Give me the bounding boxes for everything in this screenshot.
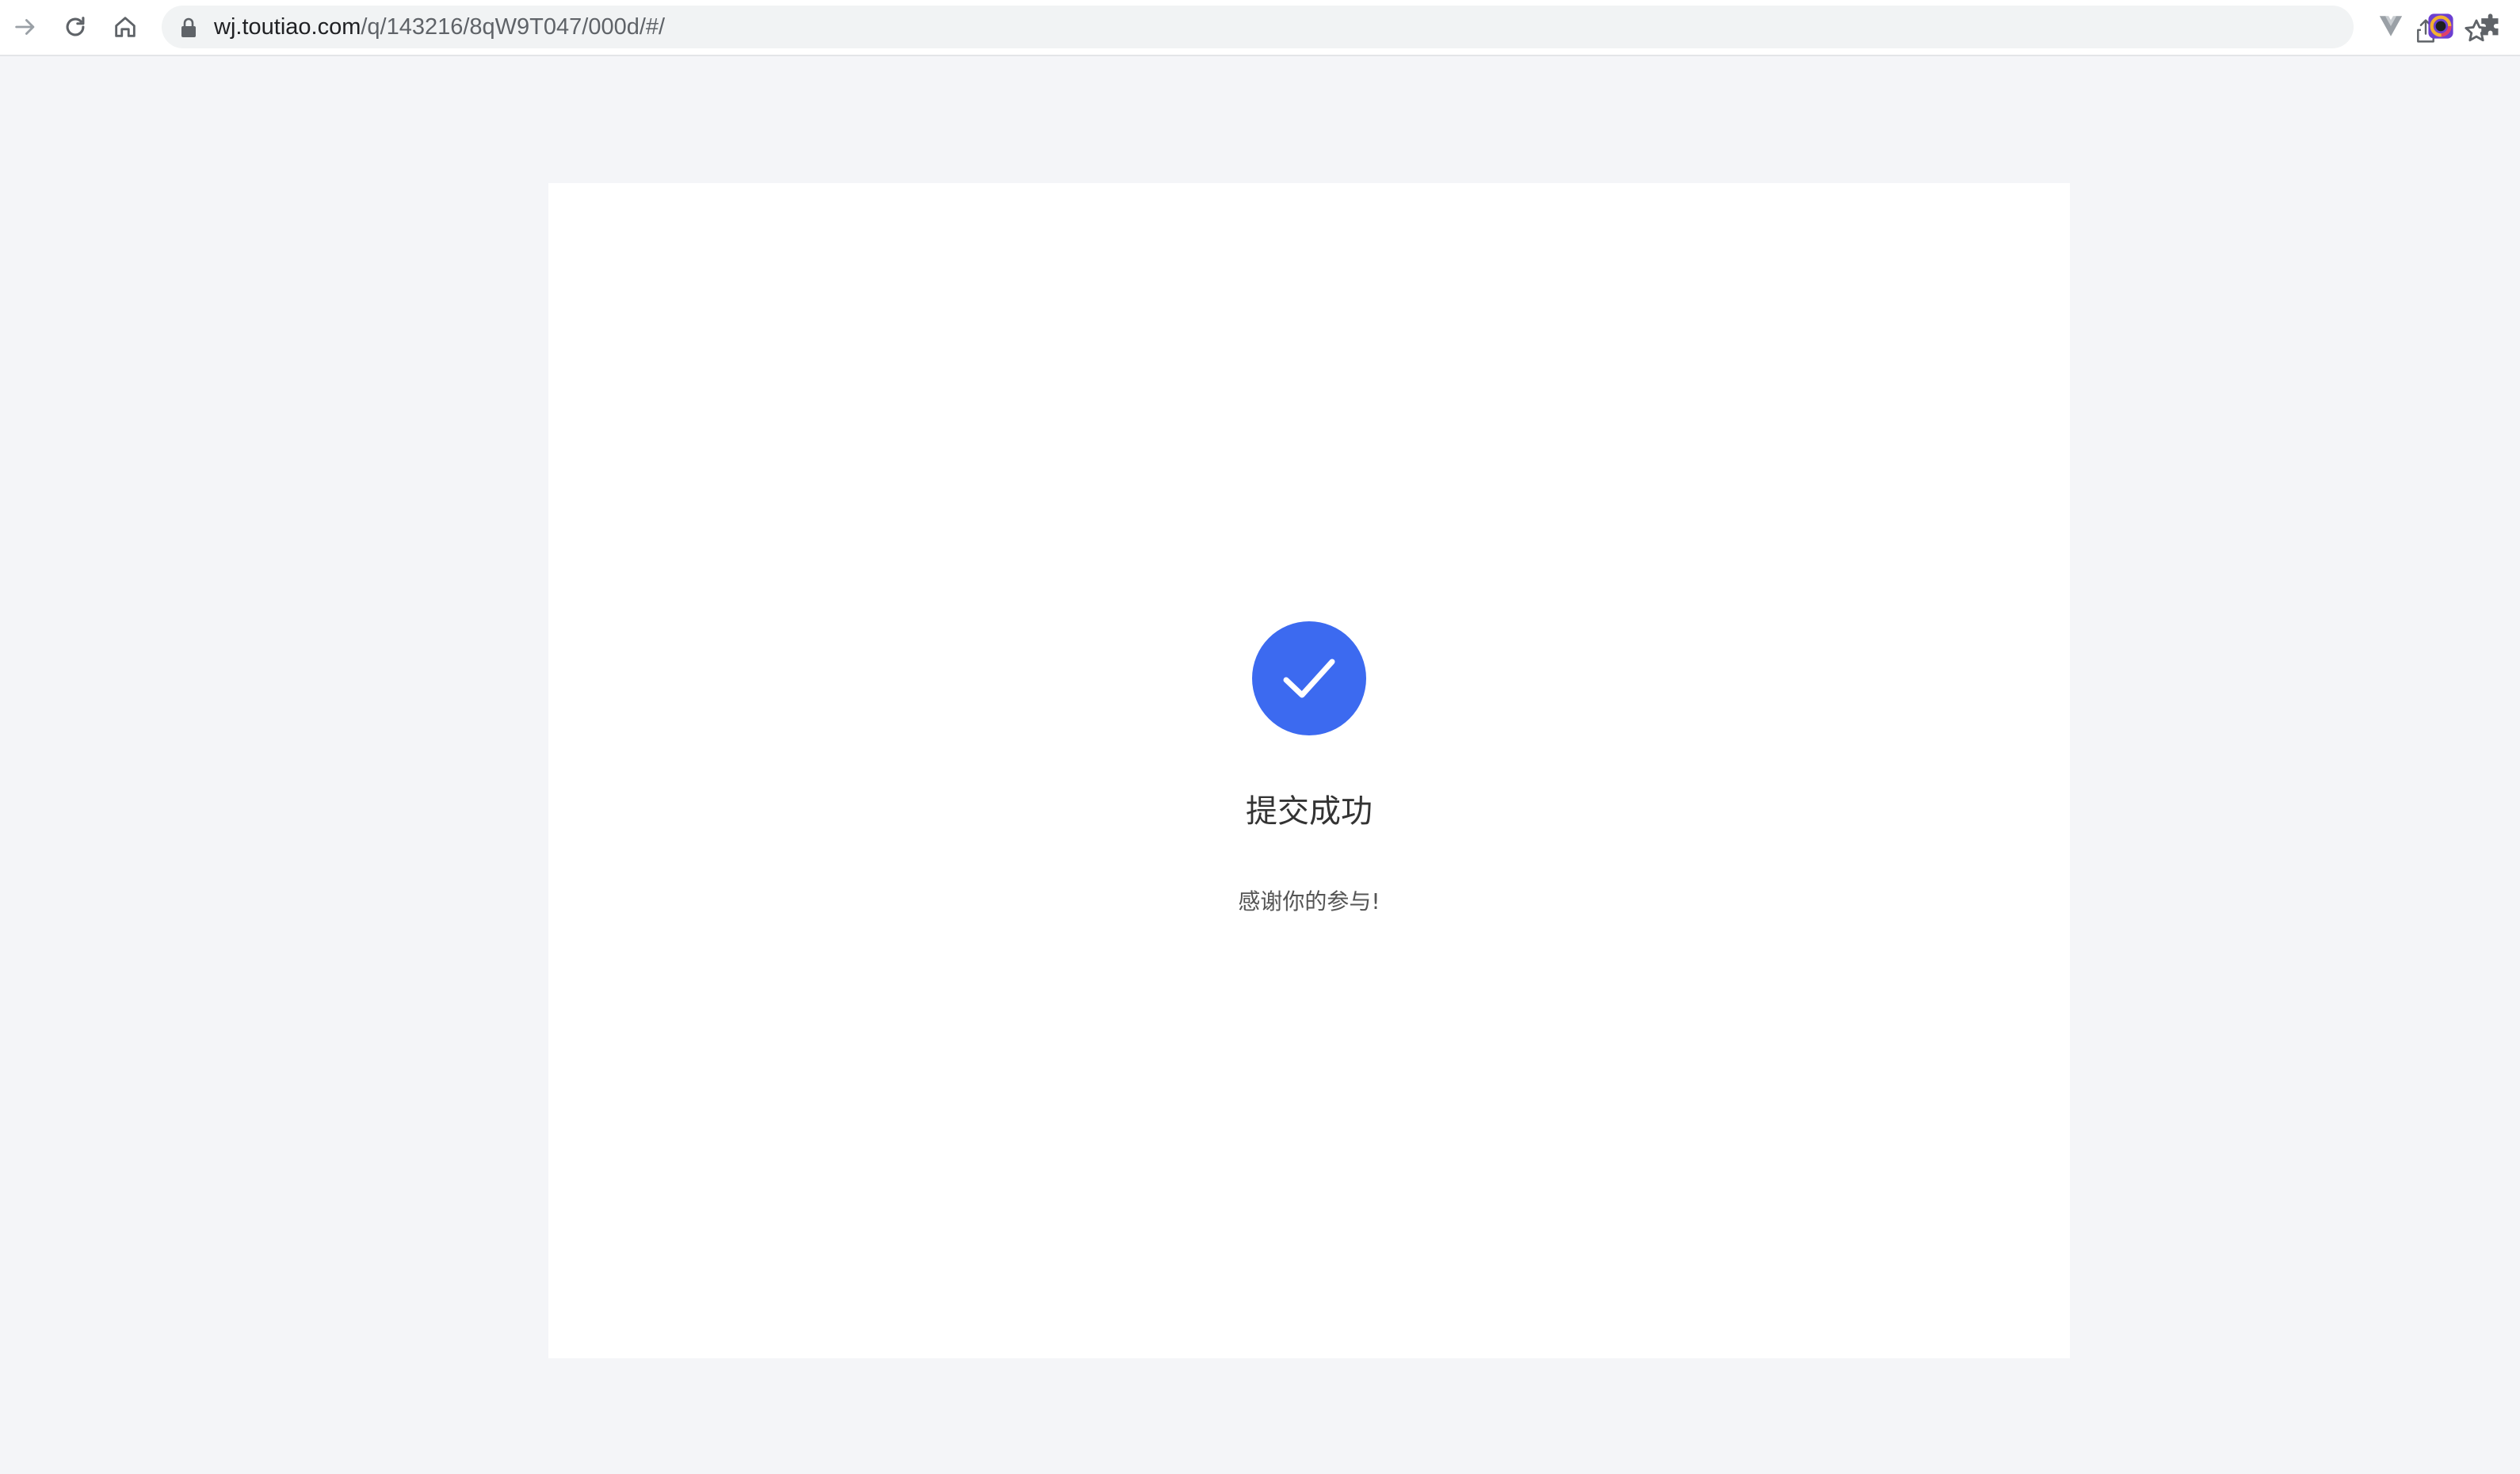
home-button[interactable]: [106, 8, 144, 46]
browser-toolbar: wj.toutiao.com/q/143216/8qW9T047/000d/#/: [0, 0, 2520, 56]
puzzle-icon[interactable]: [2478, 13, 2505, 40]
success-message: 感谢你的参与!: [1238, 888, 1380, 915]
reload-button[interactable]: [56, 8, 94, 46]
address-bar[interactable]: wj.toutiao.com/q/143216/8qW9T047/000d/#/: [162, 6, 2488, 48]
home-icon: [115, 17, 136, 37]
reload-icon: [66, 17, 85, 36]
check-circle-icon: [1252, 621, 1366, 735]
url-text[interactable]: wj.toutiao.com/q/143216/8qW9T047/000d/#/: [214, 6, 665, 48]
arrow-right-icon: [15, 19, 35, 35]
vue-devtools-icon[interactable]: [2377, 13, 2404, 40]
url-path: /q/143216/8qW9T047/000d/#/: [361, 14, 666, 40]
color-picker-icon[interactable]: [2427, 13, 2454, 40]
url-host: wj.toutiao.com: [214, 14, 361, 40]
checkmark-icon: [1283, 659, 1335, 698]
lock-icon[interactable]: [179, 17, 198, 38]
success-card: 提交成功 感谢你的参与!: [548, 183, 2070, 1358]
success-title: 提交成功: [1246, 793, 1373, 830]
forward-button[interactable]: [6, 8, 44, 46]
